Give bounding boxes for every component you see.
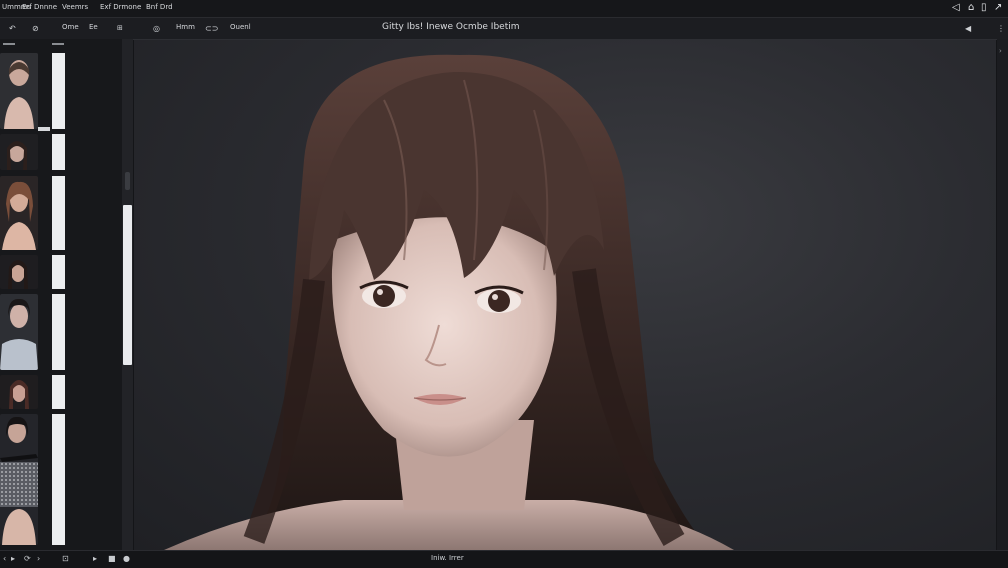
document-title: Gitty Ibs! Inewe Ocmbe Ibetim — [382, 22, 520, 32]
user-icon[interactable]: ▯ — [981, 2, 987, 13]
portrait-image — [0, 255, 38, 289]
thumbnail-panel — [0, 39, 122, 550]
undo-icon[interactable]: ▸ — [11, 554, 15, 563]
toolbar: ↶ ⊘ Ome Ee ⊞ ◎ Hmm ⊂⊃ Ouenl Gitty Ibs! I… — [0, 18, 1008, 40]
record-icon[interactable]: ● — [123, 554, 130, 563]
image-canvas[interactable] — [134, 40, 996, 550]
portrait-image — [0, 294, 38, 370]
circle-icon[interactable]: ◎ — [153, 23, 160, 34]
thumbnail-5-selection[interactable] — [52, 294, 65, 370]
navigate-icon[interactable]: ◁ — [952, 2, 960, 13]
thumbnail-1-selection[interactable] — [52, 53, 65, 129]
menu-icon[interactable]: ⋮ — [997, 23, 1005, 34]
toggle-icon[interactable]: ⊂⊃ — [205, 23, 218, 34]
tool-label-1[interactable]: Ome — [62, 23, 79, 31]
portrait-image — [0, 176, 38, 250]
view-label-1[interactable]: Hmm — [176, 23, 195, 31]
thumbnail-2-selection[interactable] — [52, 134, 65, 170]
thumbnail-6-selection[interactable] — [52, 375, 65, 409]
scrollbar-grip[interactable] — [125, 172, 130, 190]
thumbnail-3-selection[interactable] — [52, 176, 65, 250]
thumbnail-5[interactable] — [0, 294, 38, 370]
forward-icon[interactable]: › — [37, 554, 40, 563]
view-label-2[interactable]: Ouenl — [230, 23, 251, 31]
portrait-image — [0, 414, 38, 545]
menu-item-2[interactable]: Erf Dnnne — [22, 3, 57, 11]
pin-icon[interactable]: ◀ — [965, 23, 971, 34]
portrait-image — [0, 134, 38, 170]
thumbnail-1[interactable] — [0, 53, 38, 129]
thumbnail-7[interactable] — [0, 414, 38, 545]
portrait-image — [164, 54, 734, 550]
zoom-level: Iniw. Irrer — [431, 554, 464, 562]
thumbnail-7-selection[interactable] — [52, 414, 65, 545]
portrait-image — [0, 53, 38, 129]
undo-icon[interactable]: ↶ — [9, 23, 16, 34]
loop-icon[interactable]: ⟳ — [24, 554, 31, 563]
status-bar: ‹ ▸ ⟳ › ⊡ ▸ ■ ● Iniw. Irrer — [0, 550, 1008, 568]
thumbnail-6[interactable] — [0, 375, 38, 409]
menubar: Ummms Erf Dnnne Veemrs Exf Drmone Bnf Dr… — [0, 0, 1008, 18]
scrollbar-thumb[interactable] — [123, 205, 132, 365]
thumbnail-2[interactable] — [0, 134, 38, 170]
right-panel-collapsed[interactable]: › — [997, 39, 1008, 550]
link-icon[interactable]: ⊘ — [32, 23, 39, 34]
panel-tab-indicator[interactable] — [52, 43, 64, 45]
expand-icon[interactable]: › — [999, 47, 1002, 55]
thumbnail-4-selection[interactable] — [52, 255, 65, 289]
share-icon[interactable]: ↗ — [994, 2, 1002, 13]
thumbnail-4[interactable] — [0, 255, 38, 289]
menu-item-4[interactable]: Exf Drmone — [100, 3, 141, 11]
stop-icon[interactable]: ■ — [108, 554, 116, 563]
panel-tab-indicator[interactable] — [3, 43, 15, 45]
selected-marker — [38, 127, 50, 131]
portrait-image — [0, 375, 38, 409]
thumbnail-3[interactable] — [0, 176, 38, 250]
redo-icon[interactable]: ⊡ — [62, 554, 69, 563]
tool-label-2[interactable]: Ee — [89, 23, 98, 31]
back-icon[interactable]: ‹ — [3, 554, 6, 563]
grid-icon[interactable]: ⊞ — [117, 23, 123, 34]
menu-item-5[interactable]: Bnf Drd — [146, 3, 173, 11]
play-icon[interactable]: ▸ — [93, 554, 97, 563]
menu-item-3[interactable]: Veemrs — [62, 3, 88, 11]
lock-icon[interactable]: ⌂ — [968, 2, 974, 13]
